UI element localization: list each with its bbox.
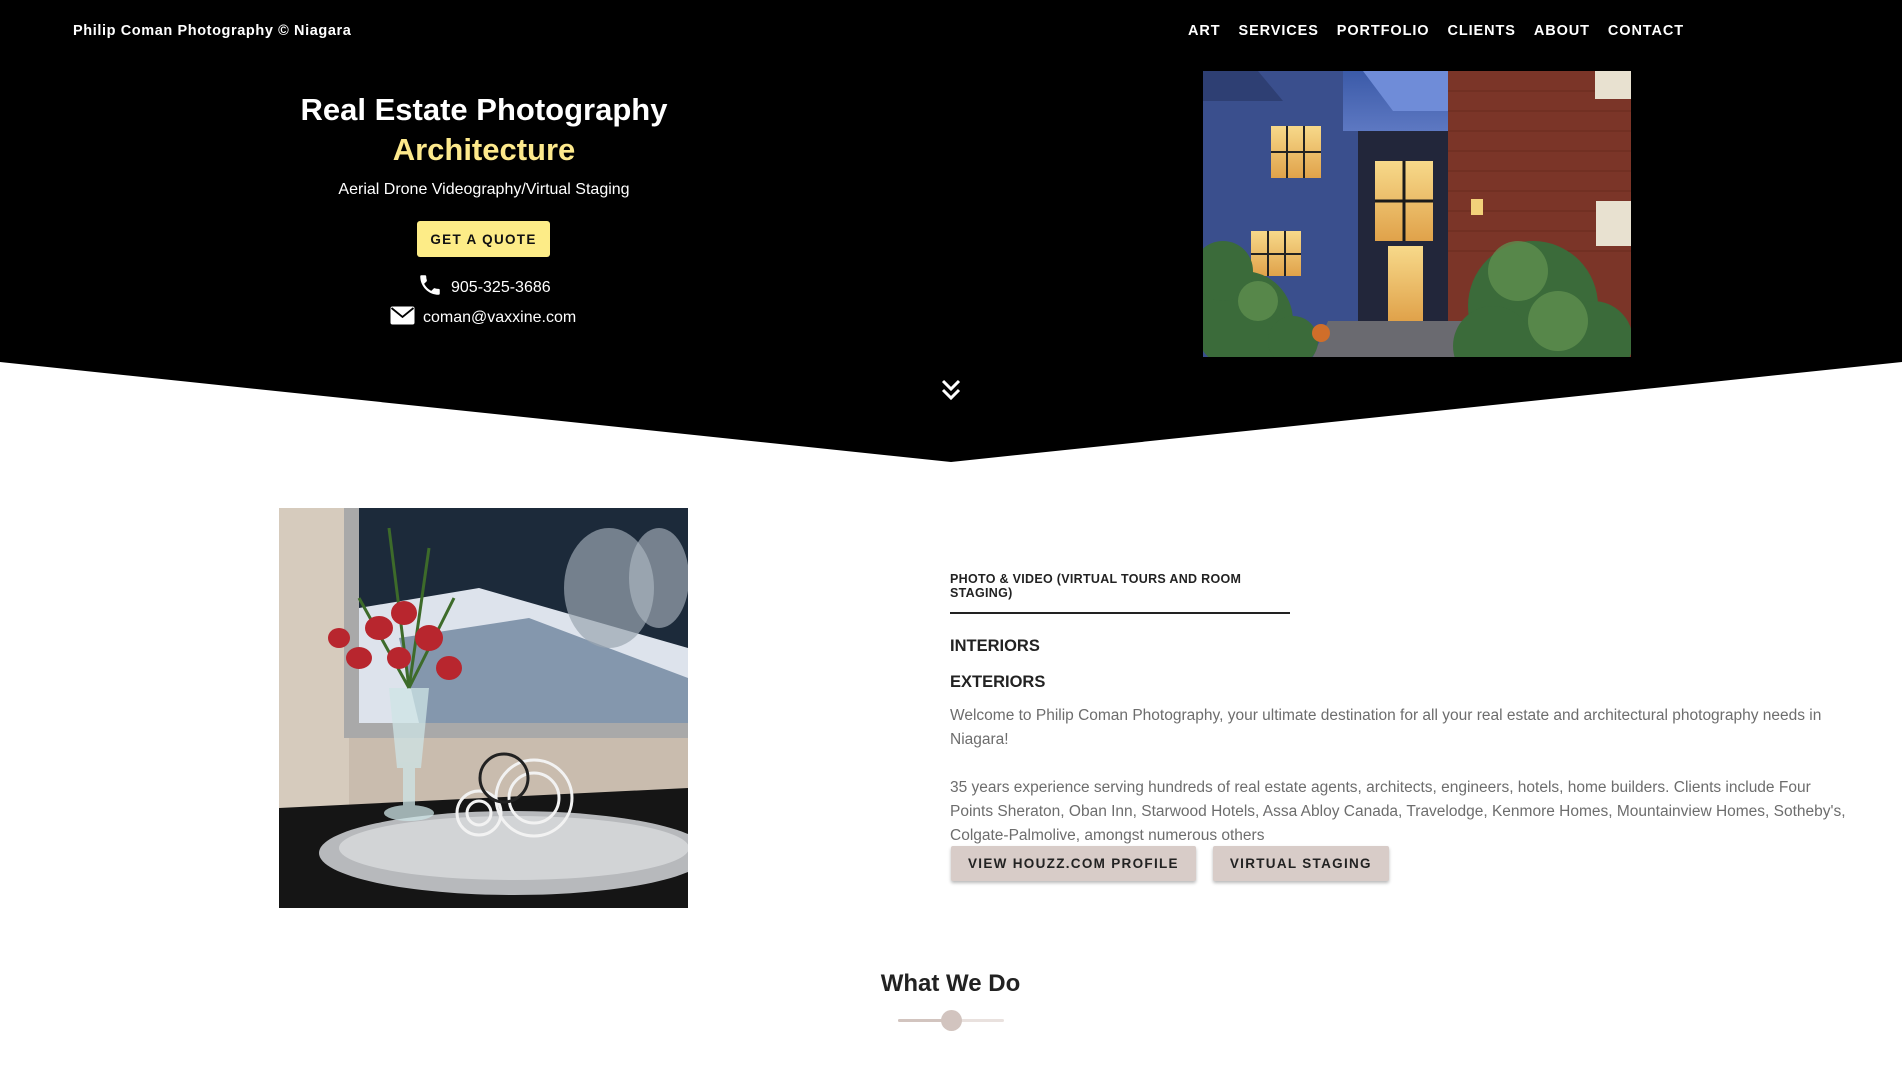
nav-item-art[interactable]: ART bbox=[1188, 23, 1221, 39]
slider-handle[interactable] bbox=[940, 1010, 962, 1031]
hero-section: Philip Coman Photography © Niagara ART S… bbox=[0, 0, 1902, 462]
hero-copy: Real Estate Photography Architecture Aer… bbox=[184, 90, 784, 199]
intro-buttons: VIEW HOUZZ.COM PROFILE VIRTUAL STAGING bbox=[951, 846, 1389, 881]
hero-title-accent: Architecture bbox=[392, 132, 576, 167]
nav-item-clients[interactable]: CLIENTS bbox=[1447, 23, 1515, 39]
hero-title: Real Estate Photography bbox=[300, 92, 668, 127]
what-we-do-heading: What We Do bbox=[880, 970, 1021, 997]
double-chevron-down-icon[interactable] bbox=[940, 378, 962, 402]
virtual-staging-button[interactable]: VIRTUAL STAGING bbox=[1212, 846, 1389, 881]
email-address[interactable]: coman@vaxxine.com bbox=[423, 309, 576, 327]
welcome-paragraph: Welcome to Philip Coman Photography, you… bbox=[950, 707, 1822, 748]
get-a-quote-button[interactable]: GET A QUOTE bbox=[417, 221, 550, 257]
phone-number[interactable]: 905-325-3686 bbox=[451, 279, 551, 297]
section-slider[interactable] bbox=[898, 1009, 1004, 1031]
exteriors-heading: EXTERIORS bbox=[950, 673, 1046, 691]
house-exterior-photo bbox=[1203, 71, 1631, 357]
section-kicker: PHOTO & VIDEO (VIRTUAL TOURS AND ROOM ST… bbox=[950, 572, 1290, 614]
interior-vase-photo bbox=[279, 508, 688, 908]
nav-item-contact[interactable]: CONTACT bbox=[1608, 23, 1684, 39]
phone-contact[interactable]: 905-325-3686 bbox=[417, 272, 551, 303]
nav-item-about[interactable]: ABOUT bbox=[1534, 23, 1590, 39]
hero-subtitle: Aerial Drone Videography/Virtual Staging bbox=[338, 181, 630, 198]
experience-paragraph: 35 years experience serving hundreds of … bbox=[950, 779, 1846, 844]
view-houzz-profile-button[interactable]: VIEW HOUZZ.COM PROFILE bbox=[951, 846, 1196, 881]
main-nav: ART SERVICES PORTFOLIO CLIENTS ABOUT CON… bbox=[1188, 23, 1702, 39]
interiors-heading: INTERIORS bbox=[950, 637, 1040, 655]
phone-icon bbox=[417, 272, 443, 303]
site-brand[interactable]: Philip Coman Photography © Niagara bbox=[73, 23, 351, 39]
envelope-icon bbox=[390, 306, 415, 330]
nav-item-services[interactable]: SERVICES bbox=[1239, 23, 1319, 39]
email-contact[interactable]: coman@vaxxine.com bbox=[390, 306, 576, 330]
nav-item-portfolio[interactable]: PORTFOLIO bbox=[1337, 23, 1430, 39]
intro-content: PHOTO & VIDEO (VIRTUAL TOURS AND ROOM ST… bbox=[950, 572, 1850, 848]
